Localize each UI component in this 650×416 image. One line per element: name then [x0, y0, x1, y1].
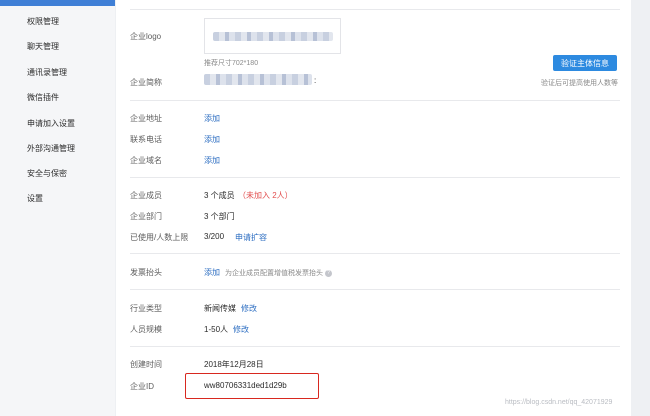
divider [130, 177, 620, 178]
members-count: 3 个成员 [204, 191, 235, 200]
logo-image-blurred [213, 32, 333, 41]
invoice-note-text: 为企业成员配置增值税发票抬头 [225, 270, 323, 277]
edit-industry-link[interactable]: 修改 [241, 303, 257, 314]
sidebar-item-settings[interactable]: 设置 [27, 193, 43, 204]
logo-size-hint: 推荐尺寸702*180 [204, 60, 259, 67]
departments-label: 企业部门 [130, 212, 162, 221]
logo-label: 企业logo [130, 32, 162, 41]
edit-staff-size-link[interactable]: 修改 [233, 324, 249, 335]
sidebar-nav: 权限管理 聊天管理 通讯录管理 微信插件 申请加入设置 外部沟通管理 安全与保密… [0, 0, 115, 416]
add-phone-link[interactable]: 添加 [204, 134, 220, 145]
address-label: 企业地址 [130, 114, 162, 123]
staff-size-label: 人员规模 [130, 325, 162, 334]
corp-id-label: 企业ID [130, 382, 154, 391]
phone-label: 联系电话 [130, 135, 162, 144]
sidebar-item-external-comm[interactable]: 外部沟通管理 [27, 143, 75, 154]
divider [130, 100, 620, 101]
divider [130, 9, 620, 10]
industry-value: 新闻传媒 [204, 304, 236, 313]
invoice-note: 为企业成员配置增值税发票抬头? [225, 268, 332, 278]
created-date: 2018年12月28日 [204, 360, 264, 369]
apply-expansion-link[interactable]: 申请扩容 [235, 232, 267, 243]
sidebar-item-permissions[interactable]: 权限管理 [27, 16, 59, 27]
add-domain-link[interactable]: 添加 [204, 155, 220, 166]
corp-id-highlight [185, 373, 319, 399]
divider [130, 346, 620, 347]
members-label: 企业成员 [130, 191, 162, 200]
domain-label: 企业域名 [130, 156, 162, 165]
created-label: 创建时间 [130, 360, 162, 369]
verify-entity-button[interactable]: 验证主体信息 [553, 55, 617, 71]
divider [130, 253, 620, 254]
help-icon[interactable]: ? [325, 269, 332, 277]
staff-size-value: 1-50人 [204, 325, 229, 334]
divider [130, 289, 620, 290]
short-name-label: 企业简称 [130, 78, 162, 87]
industry-label: 行业类型 [130, 304, 162, 313]
add-invoice-link[interactable]: 添加 [204, 267, 220, 278]
sidebar-item-wechat-plugin[interactable]: 微信插件 [27, 92, 59, 103]
invoice-label: 发票抬头 [130, 268, 162, 277]
add-address-link[interactable]: 添加 [204, 113, 220, 124]
enterprise-info-panel: 企业logo 推荐尺寸702*180 验证主体信息 验证后可提高使用人数等 企业… [116, 0, 631, 416]
sidebar-item-join-settings[interactable]: 申请加入设置 [27, 118, 75, 129]
company-logo[interactable] [204, 18, 341, 54]
scroll-gutter [631, 0, 650, 416]
members-pending-note: （未加入 2人） [238, 191, 293, 200]
sidebar-active-indicator [0, 0, 115, 6]
sidebar-item-contacts[interactable]: 通讯录管理 [27, 67, 67, 78]
watermark: https://blog.csdn.net/qq_42071929 [505, 399, 613, 406]
short-name-blurred [204, 74, 312, 85]
sidebar-item-security[interactable]: 安全与保密 [27, 168, 67, 179]
limit-value: 3/200 [204, 232, 225, 241]
verify-hint: 验证后可提高使用人数等 [541, 80, 618, 87]
short-name-suffix: : [314, 76, 317, 85]
sidebar-item-chat[interactable]: 聊天管理 [27, 41, 59, 52]
departments-count: 3 个部门 [204, 212, 235, 221]
limit-label: 已使用/人数上限 [130, 233, 189, 242]
